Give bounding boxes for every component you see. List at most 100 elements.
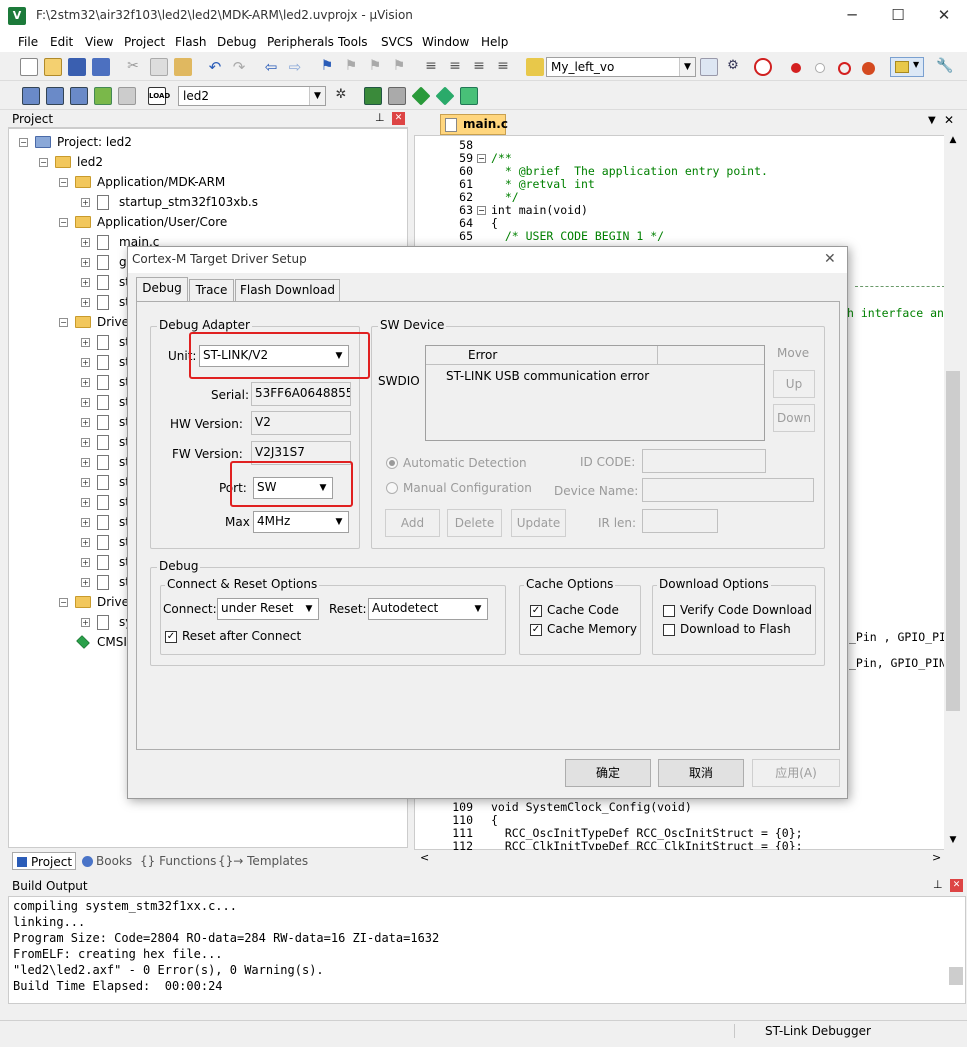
manage-rte-icon[interactable] [460,87,478,105]
close-window-button[interactable]: ✕ [921,0,967,32]
copy-icon[interactable] [150,58,168,76]
target-options-icon[interactable]: ✲ [332,87,350,105]
add-button[interactable]: Add [385,509,440,537]
menu-flash[interactable]: Flash [175,35,206,49]
new-file-icon[interactable] [20,58,38,76]
expand-icon[interactable]: + [81,438,90,447]
menu-edit[interactable]: Edit [50,35,73,49]
connect-select[interactable]: under Reset ▼ [217,598,319,620]
tab-trace[interactable]: Trace [189,279,234,301]
translate-icon[interactable] [22,87,40,105]
expand-icon[interactable]: + [81,358,90,367]
disable-all-breakpoints-icon[interactable] [838,62,851,75]
nav-back-icon[interactable]: ⇦ [262,58,280,76]
expand-icon[interactable]: + [81,258,90,267]
next-bookmark-icon[interactable]: ⚑ [366,58,384,76]
maximize-button[interactable]: ☐ [875,0,921,32]
tab-flash-download[interactable]: Flash Download [235,279,340,301]
menu-window[interactable]: Window [422,35,469,49]
update-button[interactable]: Update [511,509,566,537]
find-combo[interactable]: My_left_vo ▼ [546,57,696,77]
collapse-icon[interactable]: − [59,598,68,607]
debug-session-icon[interactable] [754,58,772,76]
open-file-icon[interactable] [44,58,62,76]
window-layout-button[interactable]: ▼ [890,57,924,77]
dialog-close-icon[interactable]: ✕ [824,247,836,271]
manage-project-items-icon[interactable] [364,87,382,105]
menu-debug[interactable]: Debug [217,35,256,49]
scroll-up-icon[interactable]: ▲ [946,135,960,145]
expand-icon[interactable]: + [81,538,90,547]
chevron-down-icon[interactable]: ▼ [309,87,325,105]
nav-forward-icon[interactable]: ⇨ [286,58,304,76]
rebuild-icon[interactable] [70,87,88,105]
expand-icon[interactable]: + [81,278,90,287]
download-load-icon[interactable]: LOAD [148,87,170,105]
undo-icon[interactable]: ↶ [206,58,224,76]
ok-button[interactable]: 确定 [565,759,651,787]
chevron-down-icon[interactable]: ▼ [679,58,695,76]
collapse-icon[interactable]: − [59,178,68,187]
kill-all-breakpoints-icon[interactable] [862,62,875,75]
save-icon[interactable] [68,58,86,76]
bookmark-icon[interactable]: ⚑ [318,58,336,76]
cancel-button[interactable]: 取消 [658,759,744,787]
expand-icon[interactable]: + [81,298,90,307]
cache-memory-checkbox[interactable]: ✓ [530,624,542,636]
expand-icon[interactable]: + [81,378,90,387]
unindent-icon[interactable]: ≡ [446,58,464,76]
comment-icon[interactable]: ≡ [470,58,488,76]
clear-bookmarks-icon[interactable]: ⚑ [390,58,408,76]
scroll-right-icon[interactable]: > [932,851,941,864]
tab-debug[interactable]: Debug [136,277,188,301]
close-panel-icon[interactable]: ✕ [950,879,963,892]
scroll-down-icon[interactable]: ▼ [946,835,960,845]
minimize-button[interactable]: ─ [829,0,875,32]
expand-icon[interactable]: + [81,398,90,407]
fold-icon[interactable]: − [477,206,486,215]
menu-peripherals[interactable]: Peripherals [267,35,334,49]
verify-code-checkbox[interactable] [663,605,675,617]
reset-select[interactable]: Autodetect ▼ [368,598,488,620]
prev-bookmark-icon[interactable]: ⚑ [342,58,360,76]
save-all-icon[interactable] [92,58,110,76]
expand-icon[interactable]: + [81,478,90,487]
expand-icon[interactable]: + [81,238,90,247]
expand-icon[interactable]: + [81,558,90,567]
expand-icon[interactable]: + [81,498,90,507]
menu-project[interactable]: Project [124,35,165,49]
editor-horizontal-scrollbar[interactable]: < > [414,850,962,867]
build-scroll-thumb[interactable] [949,967,963,985]
expand-icon[interactable]: + [81,198,90,207]
tab-main-c[interactable]: main.c [440,114,508,135]
editor-vertical-scrollbar[interactable]: ▲ ▼ [944,135,962,850]
scroll-left-icon[interactable]: < [420,851,429,864]
cache-code-checkbox[interactable]: ✓ [530,605,542,617]
download-flash-checkbox[interactable] [663,624,675,636]
batch-build-icon[interactable] [94,87,112,105]
collapse-icon[interactable]: − [39,158,48,167]
tab-books[interactable]: Books [80,852,132,870]
editor-scroll-thumb[interactable] [946,371,960,711]
collapse-icon[interactable]: − [59,218,68,227]
delete-button[interactable]: Delete [447,509,502,537]
menu-tools[interactable]: Tools [338,35,368,49]
target-combo[interactable]: led2 ▼ [178,86,326,106]
fold-icon[interactable]: − [477,154,486,163]
close-tab-icon[interactable]: ✕ [944,113,954,127]
expand-icon[interactable]: + [81,338,90,347]
incremental-find-icon[interactable]: ⚙ [724,58,742,76]
move-up-button[interactable]: Up [773,370,815,398]
find-icon[interactable] [700,58,718,76]
breakpoint-icon[interactable] [791,63,801,73]
menu-file[interactable]: File [18,35,38,49]
max-clock-select[interactable]: 4MHz ▼ [253,511,349,533]
paste-icon[interactable] [174,58,192,76]
auto-detect-radio[interactable] [386,457,398,469]
error-column-header[interactable]: Error [426,346,658,365]
tab-templates[interactable]: {}→ Templates [218,852,308,870]
build-output-log[interactable]: compiling system_stm32f1xx.c... linking.… [8,896,966,1004]
sw-device-table[interactable]: Error ST-LINK USB communication error [425,345,765,441]
close-panel-icon[interactable]: ✕ [392,112,405,125]
redo-icon[interactable]: ↷ [230,58,248,76]
